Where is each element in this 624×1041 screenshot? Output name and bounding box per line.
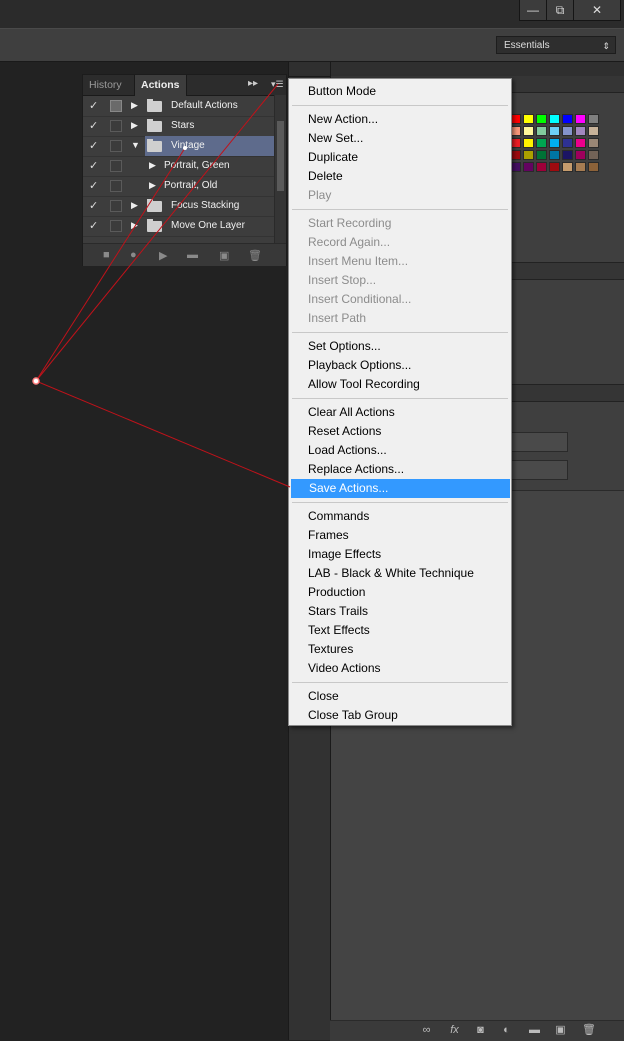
annotation-line (35, 147, 186, 382)
annotation-dot (32, 377, 40, 385)
annotation-line (35, 83, 279, 382)
annotation-lines (32, 83, 291, 488)
annotation-dot (183, 146, 187, 150)
annotation-line (35, 380, 291, 488)
